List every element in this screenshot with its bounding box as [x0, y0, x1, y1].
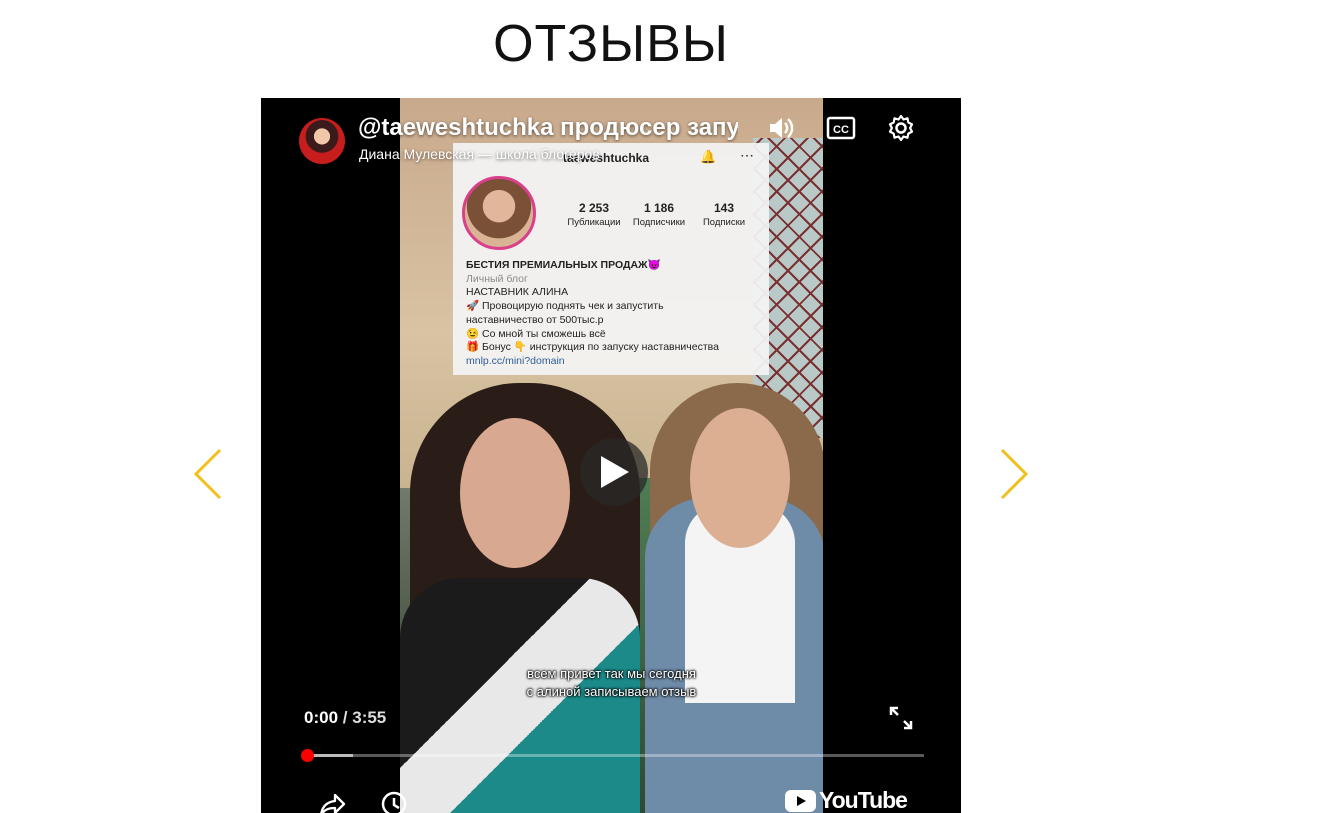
stat-followers: 1 186 Подписчики	[632, 201, 686, 228]
more-icon: ⋯	[740, 147, 754, 163]
instagram-profile-overlay: taeweshtuchka 🔔 ⋯ 2 253 Публикации 1 186…	[453, 143, 769, 375]
progress-bar[interactable]	[301, 749, 924, 762]
channel-avatar[interactable]	[299, 118, 345, 164]
time-display: 0:00 / 3:55	[304, 708, 386, 728]
video-person-left-face	[460, 418, 570, 568]
youtube-logo-icon[interactable]: YouTube	[785, 787, 908, 813]
video-person-right-face	[690, 408, 790, 548]
progress-scrubber[interactable]	[301, 749, 314, 762]
instagram-avatar	[462, 176, 536, 250]
watch-later-icon[interactable]	[374, 784, 414, 813]
svg-text:CC: CC	[833, 124, 849, 136]
section-title: ОТЗЫВЫ	[493, 15, 729, 73]
video-title[interactable]: @taeweshtuchka продюсер запу	[358, 114, 738, 142]
stat-posts: 2 253 Публикации	[567, 201, 621, 228]
fullscreen-icon[interactable]	[881, 698, 921, 738]
channel-name[interactable]: Диана Мулевская — школа блогеров	[359, 146, 600, 162]
carousel-next-button[interactable]	[994, 444, 1034, 504]
time-separator: /	[342, 708, 348, 727]
instagram-bio: БЕСТИЯ ПРЕМИАЛЬНЫХ ПРОДАЖ😈 Личный блог Н…	[466, 259, 719, 367]
carousel-prev-button[interactable]	[190, 444, 230, 504]
volume-icon[interactable]	[761, 108, 801, 148]
time-current: 0:00	[304, 708, 339, 727]
video-captions: всем привет так мы сегодня с алиной запи…	[526, 666, 697, 699]
play-icon[interactable]	[580, 438, 648, 506]
youtube-logo-text: YouTube	[819, 787, 908, 813]
settings-icon[interactable]	[881, 108, 921, 148]
stat-following: 143 Подписки	[702, 201, 746, 228]
bell-icon: 🔔	[700, 149, 717, 164]
captions-icon[interactable]: CC	[821, 108, 861, 148]
time-duration: 3:55	[352, 708, 387, 727]
share-icon[interactable]	[313, 784, 353, 813]
youtube-player[interactable]: taeweshtuchka 🔔 ⋯ 2 253 Публикации 1 186…	[261, 98, 961, 813]
